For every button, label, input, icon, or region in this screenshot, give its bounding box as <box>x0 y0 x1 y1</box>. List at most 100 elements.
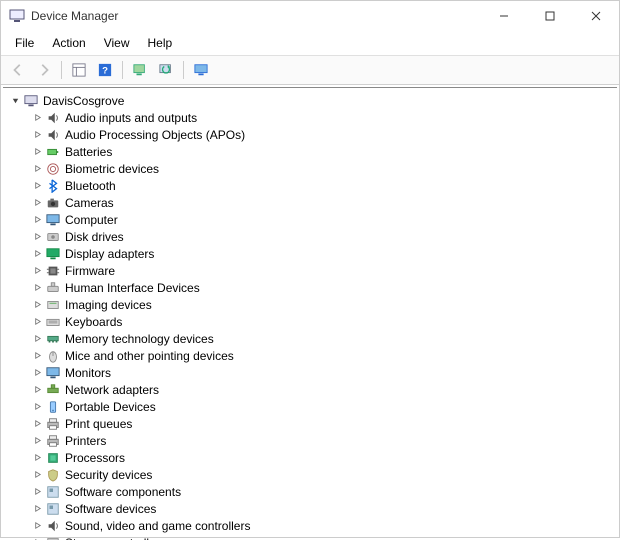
tree-item[interactable]: Storage controllers <box>25 534 617 540</box>
menu-action[interactable]: Action <box>44 33 93 53</box>
shield-icon <box>45 467 61 483</box>
chevron-right-icon[interactable] <box>31 435 43 447</box>
chevron-right-icon[interactable] <box>31 231 43 243</box>
tree-item[interactable]: Display adapters <box>25 245 617 262</box>
tree-item[interactable]: Software devices <box>25 500 617 517</box>
chevron-right-icon[interactable] <box>31 520 43 532</box>
monitor-icon <box>45 365 61 381</box>
chevron-right-icon[interactable] <box>31 503 43 515</box>
devices-button[interactable] <box>190 59 212 81</box>
tree-item[interactable]: Computer <box>25 211 617 228</box>
chevron-right-icon[interactable] <box>31 112 43 124</box>
tree-item[interactable]: Monitors <box>25 364 617 381</box>
keyboard-icon <box>45 314 61 330</box>
tree-item-label: Processors <box>65 451 125 465</box>
chevron-right-icon[interactable] <box>31 282 43 294</box>
minimize-button[interactable] <box>481 1 527 31</box>
tree-root-label: DavisCosgrove <box>43 94 124 108</box>
monitor-icon <box>45 212 61 228</box>
menu-view[interactable]: View <box>96 33 138 53</box>
tree-item[interactable]: Processors <box>25 449 617 466</box>
chevron-right-icon[interactable] <box>31 180 43 192</box>
tree-item-label: Display adapters <box>65 247 154 261</box>
device-tree[interactable]: DavisCosgroveAudio inputs and outputs Aud… <box>3 87 617 540</box>
tree-item-label: Cameras <box>65 196 114 210</box>
toolbar: ? <box>1 56 619 85</box>
tree-item[interactable]: Software components <box>25 483 617 500</box>
tree-item[interactable]: Memory technology devices <box>25 330 617 347</box>
network-icon <box>45 382 61 398</box>
menu-file[interactable]: File <box>7 33 42 53</box>
scanner-icon <box>45 297 61 313</box>
tree-item[interactable]: Network adapters <box>25 381 617 398</box>
help-button[interactable]: ? <box>94 59 116 81</box>
tree-item[interactable]: Cameras <box>25 194 617 211</box>
tree-item-label: Computer <box>65 213 118 227</box>
chevron-right-icon[interactable] <box>31 214 43 226</box>
speaker-icon <box>45 127 61 143</box>
show-hidden-button[interactable] <box>68 59 90 81</box>
menu-help[interactable]: Help <box>140 33 181 53</box>
tree-item[interactable]: Sound, video and game controllers <box>25 517 617 534</box>
maximize-button[interactable] <box>527 1 573 31</box>
chevron-right-icon[interactable] <box>31 146 43 158</box>
tree-item-label: Keyboards <box>65 315 122 329</box>
toolbar-separator <box>61 61 62 79</box>
tree-item[interactable]: Security devices <box>25 466 617 483</box>
cpu-icon <box>45 450 61 466</box>
chevron-right-icon[interactable] <box>31 418 43 430</box>
tree-item[interactable]: Imaging devices <box>25 296 617 313</box>
chevron-right-icon[interactable] <box>31 265 43 277</box>
tree-item[interactable]: Disk drives <box>25 228 617 245</box>
tree-item-label: Security devices <box>65 468 152 482</box>
chevron-right-icon[interactable] <box>31 197 43 209</box>
scan-hardware-button[interactable] <box>155 59 177 81</box>
chevron-right-icon[interactable] <box>31 350 43 362</box>
chevron-right-icon[interactable] <box>31 248 43 260</box>
printer-icon <box>45 416 61 432</box>
chevron-right-icon[interactable] <box>31 333 43 345</box>
chevron-right-icon[interactable] <box>31 401 43 413</box>
tree-root-node[interactable]: DavisCosgrove <box>3 92 617 109</box>
chevron-right-icon[interactable] <box>31 537 43 540</box>
tree-item-label: Memory technology devices <box>65 332 214 346</box>
memory-icon <box>45 331 61 347</box>
tree-item[interactable]: Biometric devices <box>25 160 617 177</box>
tree-item-label: Audio Processing Objects (APOs) <box>65 128 245 142</box>
chevron-right-icon[interactable] <box>31 469 43 481</box>
chevron-right-icon[interactable] <box>31 299 43 311</box>
storage-icon <box>45 535 61 540</box>
tree-item[interactable]: Firmware <box>25 262 617 279</box>
tree-item[interactable]: Print queues <box>25 415 617 432</box>
tree-item[interactable]: Printers <box>25 432 617 449</box>
tree-item[interactable]: Bluetooth <box>25 177 617 194</box>
hid-icon <box>45 280 61 296</box>
refresh-button[interactable] <box>129 59 151 81</box>
tree-item-label: Sound, video and game controllers <box>65 519 250 533</box>
software-icon <box>45 484 61 500</box>
chevron-right-icon[interactable] <box>31 316 43 328</box>
chevron-right-icon[interactable] <box>31 367 43 379</box>
tree-item-label: Bluetooth <box>65 179 116 193</box>
tree-item[interactable]: Batteries <box>25 143 617 160</box>
titlebar: Device Manager <box>1 1 619 31</box>
back-button <box>7 59 29 81</box>
tree-item[interactable]: Mice and other pointing devices <box>25 347 617 364</box>
tree-item[interactable]: Audio Processing Objects (APOs) <box>25 126 617 143</box>
chevron-right-icon[interactable] <box>31 384 43 396</box>
tree-item[interactable]: Keyboards <box>25 313 617 330</box>
tree-item-label: Printers <box>65 434 106 448</box>
chevron-down-icon[interactable] <box>9 95 21 107</box>
menubar: File Action View Help <box>1 31 619 56</box>
close-button[interactable] <box>573 1 619 31</box>
chip-icon <box>45 263 61 279</box>
tree-item-label: Imaging devices <box>65 298 152 312</box>
chevron-right-icon[interactable] <box>31 163 43 175</box>
tree-item[interactable]: Human Interface Devices <box>25 279 617 296</box>
chevron-right-icon[interactable] <box>31 452 43 464</box>
chevron-right-icon[interactable] <box>31 486 43 498</box>
chevron-right-icon[interactable] <box>31 129 43 141</box>
display-icon <box>45 246 61 262</box>
tree-item[interactable]: Portable Devices <box>25 398 617 415</box>
tree-item[interactable]: Audio inputs and outputs <box>25 109 617 126</box>
